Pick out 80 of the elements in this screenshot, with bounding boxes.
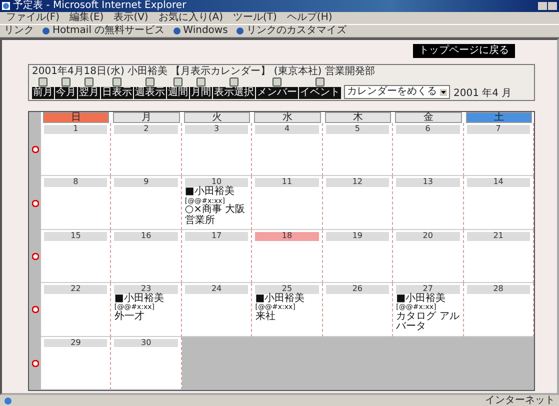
toolbar-icon bbox=[196, 77, 206, 87]
menu-item[interactable]: ツール(T) bbox=[233, 13, 277, 23]
toolbar-icon bbox=[272, 77, 282, 87]
day-number[interactable]: 8 bbox=[44, 178, 108, 188]
menu-item[interactable]: お気に入り(A) bbox=[158, 13, 223, 23]
event-title[interactable]: ■小田裕美 bbox=[255, 294, 319, 304]
day-number[interactable]: 7 bbox=[466, 125, 530, 134]
toolbar-icon bbox=[315, 77, 325, 87]
weekday-header: 水 bbox=[254, 112, 321, 123]
links-label: リンク bbox=[4, 26, 34, 36]
day-number[interactable]: 17 bbox=[184, 232, 248, 241]
day-number[interactable]: 6 bbox=[396, 125, 460, 134]
day-number[interactable]: 16 bbox=[114, 232, 178, 241]
day-number[interactable]: 15 bbox=[44, 232, 108, 241]
toolbar-icon bbox=[229, 77, 239, 87]
day-number[interactable]: 21 bbox=[466, 232, 530, 241]
day-number[interactable]: 25 bbox=[255, 285, 319, 294]
week-marker-icon[interactable] bbox=[32, 306, 38, 314]
toolbar-icon bbox=[145, 77, 155, 87]
month-label: 2001 年4 月 bbox=[454, 89, 513, 99]
event-note: 外一才 bbox=[114, 312, 146, 322]
day-number[interactable]: 27 bbox=[396, 285, 460, 294]
page-icon bbox=[4, 396, 12, 404]
page-icon bbox=[236, 27, 244, 35]
weekday-header: 金 bbox=[395, 112, 462, 123]
menu-item[interactable]: ヘルプ(H) bbox=[286, 13, 332, 23]
menu-item[interactable]: 表示(V) bbox=[114, 13, 148, 23]
day-number[interactable]: 9 bbox=[114, 178, 178, 188]
menu-item[interactable]: ファイル(F) bbox=[6, 13, 60, 23]
day-number[interactable]: 30 bbox=[114, 338, 178, 348]
week-marker-icon[interactable] bbox=[32, 146, 38, 154]
toolbar-icon bbox=[84, 77, 94, 87]
calendar-select[interactable]: カレンダーをめくる bbox=[344, 85, 450, 99]
day-number[interactable]: 22 bbox=[44, 285, 108, 294]
page-icon bbox=[42, 27, 50, 35]
event-title[interactable]: ■小田裕美 bbox=[114, 294, 178, 304]
day-number[interactable]: 2 bbox=[114, 125, 178, 134]
week-marker-icon[interactable] bbox=[32, 200, 38, 207]
day-number[interactable]: 5 bbox=[326, 125, 390, 134]
event-title[interactable]: ■小田裕美 bbox=[396, 294, 460, 304]
event-note: ○×商事 大阪営業所 bbox=[184, 205, 246, 226]
day-number[interactable]: 26 bbox=[326, 285, 390, 294]
day-number[interactable]: 11 bbox=[255, 178, 319, 188]
menu-item[interactable]: 編集(E) bbox=[70, 13, 104, 23]
day-number[interactable]: 18 bbox=[255, 232, 319, 241]
day-number[interactable]: 20 bbox=[396, 232, 460, 241]
toolbar-icon bbox=[38, 77, 48, 87]
link[interactable]: リンクのカスタマイズ bbox=[236, 26, 346, 36]
weekday-header: 火 bbox=[184, 112, 250, 123]
weekday-header: 木 bbox=[324, 112, 392, 123]
event-title[interactable]: ■小田裕美 bbox=[184, 187, 248, 198]
day-number[interactable]: 19 bbox=[326, 232, 390, 241]
back-to-top-button[interactable]: トップページに戻る bbox=[413, 44, 515, 58]
day-number[interactable]: 29 bbox=[44, 338, 108, 348]
page-icon bbox=[172, 27, 181, 35]
day-number[interactable]: 14 bbox=[466, 178, 530, 188]
day-number[interactable]: 24 bbox=[184, 285, 248, 294]
toolbar-icon bbox=[173, 77, 183, 87]
day-number[interactable]: 12 bbox=[326, 178, 390, 188]
weekday-header: 土 bbox=[466, 112, 532, 123]
toolbar-icon bbox=[61, 77, 71, 87]
week-marker-icon[interactable] bbox=[32, 253, 38, 260]
event-note: カタログ アルバータ bbox=[396, 312, 460, 333]
weekday-header: 日 bbox=[43, 112, 110, 123]
dropdown-arrow-icon bbox=[440, 88, 446, 96]
ie-icon bbox=[2, 2, 10, 10]
week-marker-icon[interactable] bbox=[32, 360, 38, 367]
zone-label: インターネット bbox=[485, 396, 555, 406]
day-number[interactable]: 4 bbox=[255, 125, 319, 134]
day-number[interactable]: 28 bbox=[466, 285, 530, 294]
day-number[interactable]: 13 bbox=[396, 178, 460, 188]
link[interactable]: Hotmail の無料サービス bbox=[42, 26, 165, 36]
day-number[interactable]: 3 bbox=[184, 125, 248, 134]
toolbar-icon bbox=[112, 77, 122, 87]
day-number[interactable]: 1 bbox=[44, 125, 108, 134]
link[interactable]: Windows bbox=[172, 26, 228, 36]
header-title: 2001年4月18日(水) 小田裕美 【月表示カレンダー】 (東京本社) 営業開発部 bbox=[32, 66, 376, 77]
event-note: 来社 bbox=[255, 312, 276, 322]
day-number[interactable]: 23 bbox=[114, 285, 178, 294]
weekday-header: 月 bbox=[113, 112, 180, 123]
